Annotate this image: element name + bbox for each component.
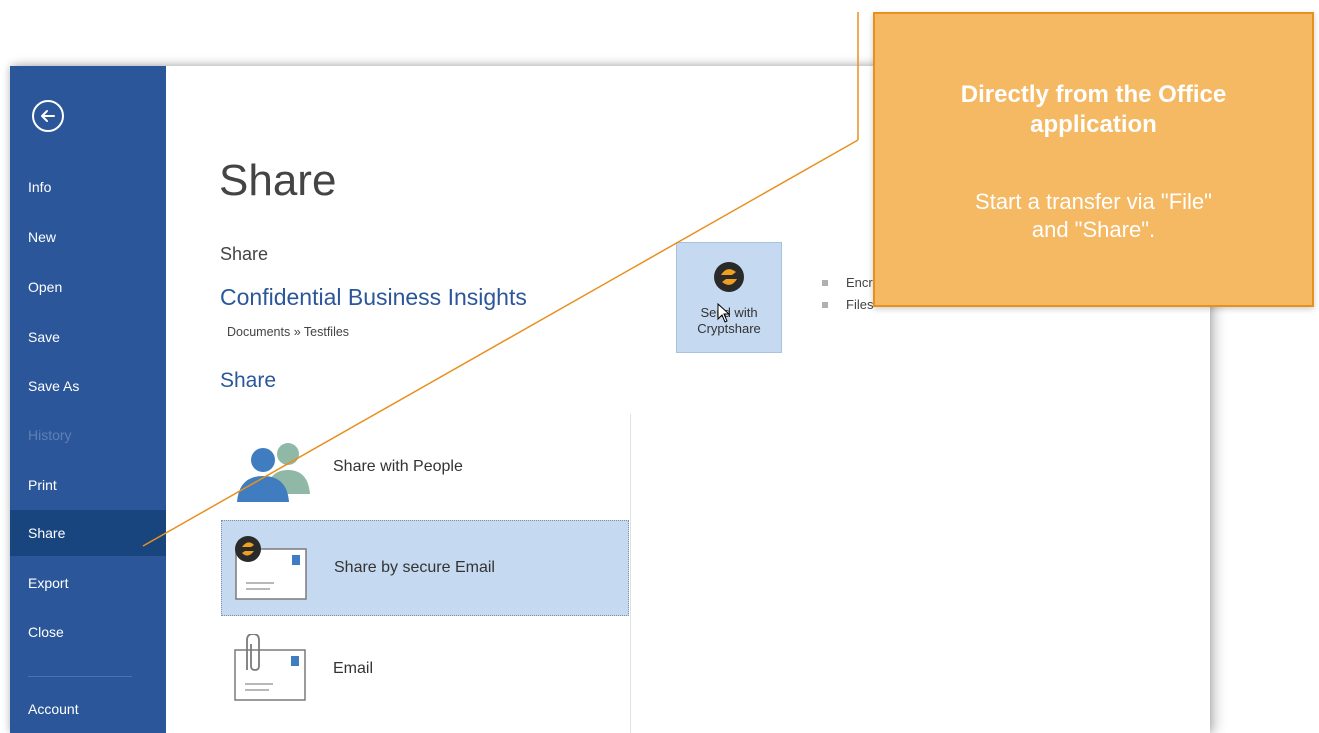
backstage-sidebar: Info New Open Save Save As History Print…	[10, 66, 166, 733]
send-label-line2: Cryptshare	[697, 321, 761, 336]
sidebar-item-info[interactable]: Info	[10, 164, 166, 210]
callout-title-line2: application	[1030, 111, 1157, 138]
people-icon	[237, 443, 310, 502]
document-path: Documents » Testfiles	[227, 325, 350, 339]
sidebar-item-save-as[interactable]: Save As	[10, 363, 166, 409]
secure-email-icon	[235, 536, 307, 600]
sidebar-item-open[interactable]: Open	[10, 264, 166, 310]
sidebar-item-export[interactable]: Export	[10, 560, 166, 606]
sidebar-item-account[interactable]: Account	[10, 686, 166, 732]
cryptshare-logo-icon	[714, 262, 744, 292]
email-attachment-icon	[234, 634, 306, 701]
annotation-callout: Directly from the Office application Sta…	[873, 12, 1314, 307]
send-with-cryptshare-button[interactable]: Send with Cryptshare	[676, 242, 782, 353]
email-label: Email	[333, 660, 374, 677]
callout-body: Start a transfer via "File" and "Share".	[875, 188, 1312, 244]
sidebar-item-print[interactable]: Print	[10, 462, 166, 508]
feature-bullet-1: Encr	[820, 272, 873, 294]
back-arrow-icon	[41, 110, 55, 122]
sidebar-item-close[interactable]: Close	[10, 609, 166, 655]
mouse-cursor-icon	[717, 303, 731, 323]
email-option[interactable]: Email	[221, 622, 629, 718]
options-divider	[630, 414, 631, 733]
share-section-heading: Share	[220, 369, 277, 392]
share-with-people-label: Share with People	[333, 458, 463, 475]
feature-bullet-2: Files	[820, 294, 873, 316]
back-button[interactable]	[32, 100, 64, 132]
callout-body-line1: Start a transfer via "File"	[975, 189, 1212, 214]
sidebar-item-history: History	[28, 427, 72, 443]
cryptshare-feature-list: Encr Files	[820, 272, 873, 316]
sidebar-item-save[interactable]: Save	[10, 314, 166, 360]
callout-body-line2: and "Share".	[1031, 217, 1156, 242]
sidebar-item-share[interactable]: Share	[10, 510, 166, 556]
page-title: Share	[219, 156, 337, 205]
sidebar-item-new[interactable]: New	[10, 214, 166, 260]
share-with-people-option[interactable]: Share with People	[221, 420, 629, 516]
callout-title: Directly from the Office application	[875, 80, 1312, 140]
share-subheading: Share	[220, 244, 269, 264]
callout-title-line1: Directly from the Office	[960, 81, 1227, 108]
sidebar-divider	[28, 676, 132, 677]
document-title: Confidential Business Insights	[220, 284, 527, 310]
share-by-secure-email-label: Share by secure Email	[334, 559, 495, 576]
share-by-secure-email-option[interactable]: Share by secure Email	[221, 520, 629, 616]
